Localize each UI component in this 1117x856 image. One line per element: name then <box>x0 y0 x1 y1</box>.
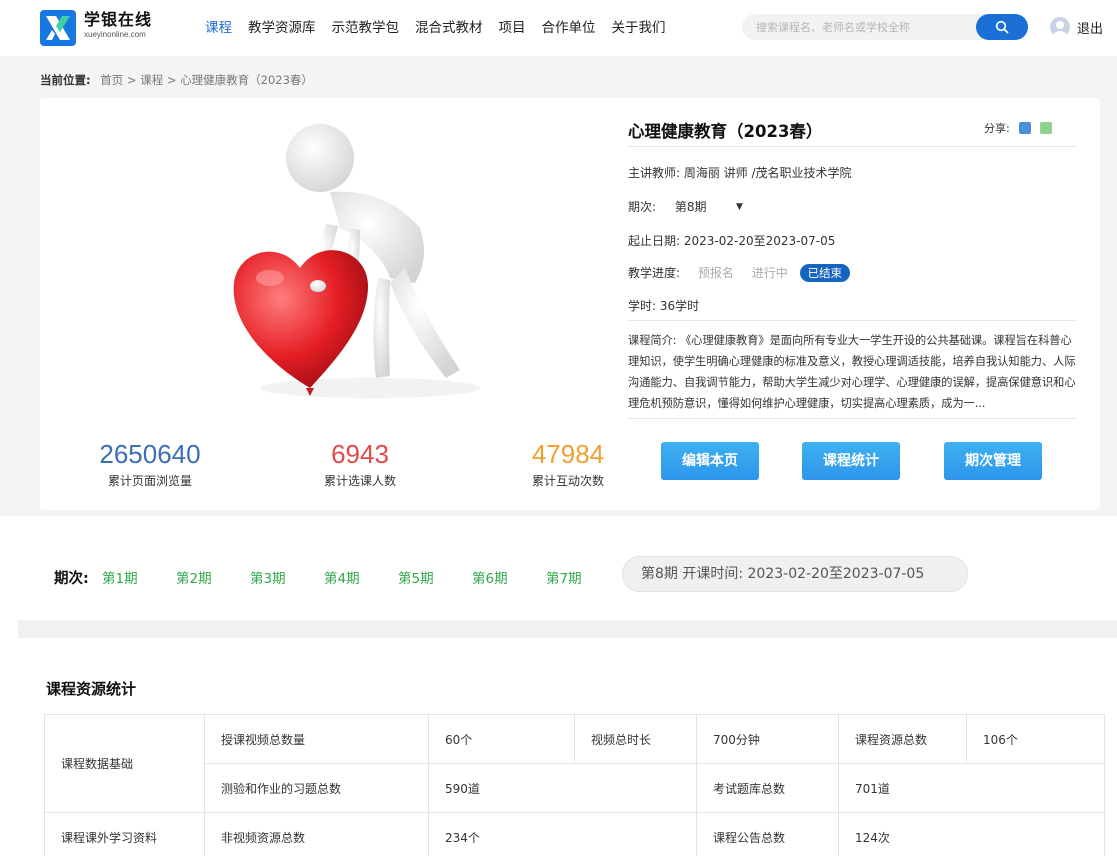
course-date-range: 起止日期: 2023-02-20至2023-07-05 <box>628 234 836 248</box>
term-link-6[interactable]: 第6期 <box>472 567 508 587</box>
table-cell: 课程公告总数 <box>696 812 839 856</box>
nav-projects[interactable]: 项目 <box>499 18 526 38</box>
term-select-value: 第8期 <box>674 200 707 214</box>
brand-domain: xueyinonline.com <box>84 30 146 39</box>
share-qrcode-icon[interactable] <box>1039 122 1052 134</box>
share-label: 分享: <box>984 122 1010 135</box>
stat-interactions: 47984 累计互动次数 <box>488 438 648 489</box>
course-cover-image <box>220 108 480 408</box>
table-cell: 60个 <box>428 714 575 764</box>
table-cell: 课程数据基础 <box>44 714 205 813</box>
stat-enrolled-label: 累计选课人数 <box>323 474 396 488</box>
term-row: 期次: 第8期 ▼ <box>628 197 750 217</box>
stat-enrolled-value: 6943 <box>331 439 389 469</box>
nav-course[interactable]: 课程 <box>205 18 232 38</box>
resource-stats-title: 课程资源统计 <box>46 680 137 698</box>
course-hours: 学时: 36学时 <box>628 299 700 313</box>
term-current-pill[interactable]: 第8期 开课时间: 2023-02-20至2023-07-05 <box>622 556 968 592</box>
table-row: 课程数据基础 授课视频总数量 60个 视频总时长 700分钟 课程资源总数 10… <box>44 714 1105 813</box>
table-cell: 124次 <box>838 812 1105 856</box>
search-button[interactable] <box>976 14 1028 40</box>
breadcrumb-path[interactable]: 首页 > 课程 > 心理健康教育（2023春） <box>100 73 313 87</box>
table-cell: 701道 <box>838 763 1105 813</box>
progress-row: 教学进度: 预报名 进行中 已结束 <box>628 264 851 282</box>
table-cell: 测验和作业的习题总数 <box>204 763 429 813</box>
top-header: 学银在线 xueyinonline.com 课程 教学资源库 示范教学包 混合式… <box>0 0 1117 56</box>
progress-step-ended: 已结束 <box>799 264 851 282</box>
term-link-1[interactable]: 第1期 <box>102 567 138 587</box>
brand-name: 学银在线 <box>84 10 153 29</box>
table-cell: 700分钟 <box>696 714 839 764</box>
term-manage-button[interactable]: 期次管理 <box>944 442 1042 480</box>
section-divider-band <box>18 620 1117 638</box>
stat-interactions-label: 累计互动次数 <box>531 474 604 488</box>
stat-enrolled: 6943 累计选课人数 <box>280 438 440 489</box>
term-select[interactable]: 第8期 ▼ <box>665 197 750 217</box>
stat-page-views-label: 累计页面浏览量 <box>107 474 192 488</box>
nav-resource-library[interactable]: 教学资源库 <box>248 18 316 38</box>
resource-stats-table: 课程数据基础 授课视频总数量 60个 视频总时长 700分钟 课程资源总数 10… <box>44 714 1105 856</box>
brand-logo-icon[interactable] <box>40 10 76 46</box>
logout-link[interactable]: 退出 <box>1077 18 1103 37</box>
progress-step-prereg: 预报名 <box>697 266 734 280</box>
divider <box>628 320 1076 321</box>
nav-blended-textbook[interactable]: 混合式教材 <box>415 18 483 38</box>
table-cell: 授课视频总数量 <box>204 714 429 764</box>
table-cell: 234个 <box>428 812 697 856</box>
nav-about[interactable]: 关于我们 <box>612 18 666 38</box>
breadcrumb-label: 当前位置: <box>40 73 91 87</box>
term-link-2[interactable]: 第2期 <box>176 567 212 587</box>
table-cell: 视频总时长 <box>574 714 697 764</box>
term-link-5[interactable]: 第5期 <box>398 567 434 587</box>
table-cell: 考试题库总数 <box>696 763 839 813</box>
nav-demo-package[interactable]: 示范教学包 <box>332 18 400 38</box>
search-input[interactable] <box>742 14 992 40</box>
table-cell: 课程资源总数 <box>838 714 967 764</box>
stat-page-views: 2650640 累计页面浏览量 <box>70 438 230 489</box>
share-group: 分享: <box>984 120 1052 136</box>
stat-interactions-value: 47984 <box>531 439 605 469</box>
term-bar-label: 期次: <box>54 571 89 587</box>
table-cell: 106个 <box>966 714 1105 764</box>
course-intro: 课程简介: 《心理健康教育》是面向所有专业大一学生开设的公共基础课。课程旨在科普… <box>628 334 1076 410</box>
course-card: 2650640 累计页面浏览量 6943 累计选课人数 47984 累计互动次数… <box>40 98 1100 510</box>
term-link-3[interactable]: 第3期 <box>250 567 286 587</box>
search-bar <box>742 14 1028 40</box>
course-teacher: 主讲教师: 周海丽 讲师 /茂名职业技术学院 <box>628 166 852 180</box>
nav-partners[interactable]: 合作单位 <box>542 18 596 38</box>
term-label: 期次: <box>628 200 657 214</box>
divider <box>628 418 1076 419</box>
stat-page-views-value: 2650640 <box>99 439 201 469</box>
edit-page-button[interactable]: 编辑本页 <box>661 442 759 480</box>
progress-label: 教学进度: <box>628 266 681 280</box>
progress-step-ongoing: 进行中 <box>751 266 788 280</box>
course-title: 心理健康教育（2023春） <box>628 122 823 141</box>
user-avatar-icon[interactable] <box>1050 17 1070 37</box>
divider <box>628 146 1076 147</box>
table-cell: 非视频资源总数 <box>204 812 429 856</box>
term-link-4[interactable]: 第4期 <box>324 567 360 587</box>
course-stats-button[interactable]: 课程统计 <box>802 442 900 480</box>
breadcrumb: 当前位置: 首页 > 课程 > 心理健康教育（2023春） <box>40 72 313 88</box>
table-cell: 课程课外学习资料 <box>44 812 205 856</box>
table-row: 课程课外学习资料 非视频资源总数 234个 课程公告总数 124次 <box>44 812 1105 856</box>
brand[interactable]: 学银在线 xueyinonline.com <box>84 11 152 41</box>
share-qzone-icon[interactable] <box>1018 122 1031 134</box>
search-icon <box>995 20 1009 34</box>
main-nav: 课程 教学资源库 示范教学包 混合式教材 项目 合作单位 关于我们 <box>205 18 682 38</box>
term-link-7[interactable]: 第7期 <box>546 567 582 587</box>
caret-down-icon: ▼ <box>735 202 743 212</box>
table-cell: 590道 <box>428 763 697 813</box>
